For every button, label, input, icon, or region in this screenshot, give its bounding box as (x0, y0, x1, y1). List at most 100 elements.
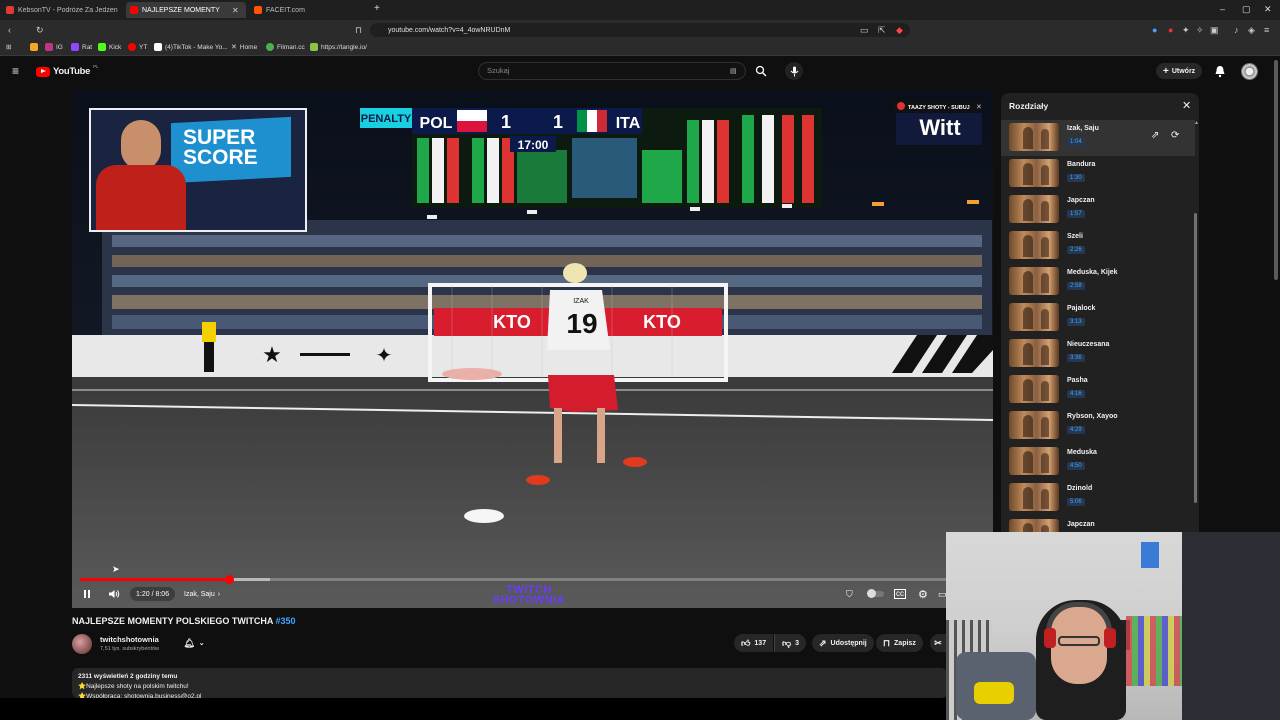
views-and-date: 2311 wyświetleń 2 godziny temu (78, 673, 178, 680)
bookmark-item[interactable]: https://tangle.io/ (310, 43, 367, 51)
search-button[interactable] (748, 62, 774, 80)
tab-youtube-video[interactable]: NAJLEPSZE MOMENTY POLS ✕ (126, 2, 246, 18)
music-icon[interactable]: ♪ (1234, 24, 1239, 36)
tab-kebsontv[interactable]: KebsonTV - Podróże Za Jedzeniem · (2, 2, 122, 18)
create-button[interactable]: + Utwórz (1156, 63, 1203, 79)
record-icon[interactable]: ● (1168, 24, 1173, 36)
captions-icon: cc (894, 589, 906, 599)
close-icon[interactable]: ✕ (1182, 99, 1191, 112)
minimize-button[interactable]: – (1220, 4, 1225, 14)
tab-label: KebsonTV - Podróże Za Jedzeniem · (18, 6, 118, 14)
bookmark-item[interactable]: (4)TikTok - Make Yo... (154, 43, 228, 51)
svg-text:POL: POL (420, 115, 453, 132)
share-button[interactable]: ⇗ Udostępnij (812, 634, 874, 652)
extension-icon[interactable]: ✦ (1182, 24, 1190, 36)
dislike-button[interactable]: 👎︎ 3 (774, 634, 807, 652)
autoplay-toggle[interactable] (867, 587, 884, 601)
maximize-button[interactable]: ▢ (1242, 4, 1251, 15)
svg-text:ITA: ITA (616, 115, 641, 132)
share-icon[interactable]: ⇱ (878, 24, 886, 36)
bookmark-item[interactable]: Rat (71, 43, 92, 51)
bookmark-item[interactable]: YT (128, 43, 147, 51)
youtube-logo[interactable]: YouTube PL (36, 64, 99, 77)
video-player[interactable]: PENALTY POL 1 1 ITA 17:00 TAAZY SHOTY - … (72, 90, 993, 608)
channel-avatar[interactable] (72, 634, 92, 654)
loop-icon[interactable]: ⟳ (1171, 130, 1179, 141)
chapter-item[interactable]: Pasha 4:16 (1001, 372, 1195, 408)
sponsor-block-button[interactable]: ⛉ (846, 587, 853, 601)
volume-button[interactable] (108, 587, 120, 601)
reload-icon[interactable]: ↻ (36, 24, 44, 36)
like-button[interactable]: 👍︎ 137 (734, 634, 774, 652)
chapter-item[interactable]: Szeli 2:26 (1001, 228, 1195, 264)
chapter-thumbnail (1009, 519, 1059, 533)
chevron-right-icon: › (217, 590, 221, 598)
bookmark-icon[interactable]: ⊓ (355, 24, 362, 36)
puzzle-icon[interactable]: ✧ (1196, 24, 1204, 36)
chapter-button[interactable]: Izak, Saju › (184, 587, 220, 601)
chapter-item[interactable]: Dzinold 5:06 (1001, 480, 1195, 516)
gear-icon: ⚙ (918, 588, 928, 601)
chapter-thumbnail (1009, 123, 1059, 151)
pause-button[interactable] (82, 587, 92, 601)
notifications-dropdown-button[interactable]: 🔔︎ ⌄ (176, 634, 212, 652)
bookmark-item[interactable]: Filman.cc (266, 43, 305, 51)
screenshot-icon[interactable]: ▭ (860, 24, 869, 36)
streamer-body (96, 165, 186, 230)
wallet-icon[interactable]: ◈ (1248, 24, 1255, 36)
chapter-item[interactable]: Japczan (1001, 516, 1195, 533)
tab-faceit[interactable]: FACEIT.com (250, 2, 370, 18)
shield-icon[interactable]: ◆ (896, 24, 903, 36)
chapter-thumbnail (1009, 231, 1059, 259)
new-tab-button[interactable]: + (374, 3, 380, 14)
save-button[interactable]: ⊓ Zapisz (876, 634, 923, 652)
address-bar[interactable]: youtube.com/watch?v=4_4owNRUDnM (370, 23, 910, 37)
chapters-scrollbar[interactable] (1194, 213, 1197, 503)
channel-name[interactable]: twitchshotownia (100, 635, 159, 644)
share-icon[interactable]: ⇗ (1151, 130, 1159, 141)
chapter-item[interactable]: Japczan 1:57 (1001, 192, 1195, 228)
keyboard-icon[interactable]: ▤ (730, 67, 737, 75)
chapter-thumbnail (1009, 447, 1059, 475)
bookmark-item[interactable]: Kick (98, 43, 121, 51)
settings-button[interactable]: ⚙ (918, 587, 928, 601)
streamer-head (121, 120, 161, 170)
chapter-item[interactable]: Rybson, Xayoo 4:29 (1001, 408, 1195, 444)
bookmark-item[interactable]: IG (45, 43, 63, 51)
video-description[interactable]: 2311 wyświetleń 2 godziny temu ⭐Najlepsz… (72, 668, 947, 700)
hashtag-link[interactable]: #350 (276, 616, 296, 626)
hamburger-menu-icon[interactable]: ≡ (12, 64, 19, 78)
subtitles-button[interactable]: cc (894, 587, 906, 601)
shield-icon: ⛉ (846, 588, 853, 599)
youtube-favicon-icon (130, 6, 138, 14)
chapter-item[interactable]: Pajalock 3:13 (1001, 300, 1195, 336)
back-icon[interactable]: ‹ (8, 24, 11, 36)
voice-search-button[interactable] (785, 62, 803, 80)
svg-text:✦: ✦ (376, 345, 393, 367)
avatar[interactable] (1241, 63, 1258, 80)
sidebar-icon[interactable]: ▣ (1210, 24, 1219, 36)
search-icon (755, 65, 767, 77)
volume-icon (109, 590, 120, 598)
menu-icon[interactable]: ≡ (1264, 24, 1269, 36)
chapter-item[interactable]: Bandura 1:30 (1001, 156, 1195, 192)
pause-icon (84, 590, 90, 598)
search-input[interactable]: Szukaj (478, 62, 746, 80)
chapter-item[interactable]: Meduska, Kijek 2:58 (1001, 264, 1195, 300)
video-progress-bar[interactable] (80, 575, 985, 584)
page-scrollbar[interactable] (1274, 60, 1278, 280)
bookmark-item[interactable] (30, 43, 38, 51)
scroll-up-icon[interactable]: ▲ (1194, 120, 1199, 126)
close-window-button[interactable]: ✕ (1264, 4, 1272, 15)
extension-icon[interactable]: ● (1152, 24, 1157, 36)
apps-icon[interactable]: ⊞ (6, 43, 11, 51)
chapter-item[interactable]: Nieuczesana 3:36 (1001, 336, 1195, 372)
door (1182, 532, 1280, 720)
bookmark-item[interactable]: ✕ Home (231, 43, 257, 52)
chapter-item[interactable]: Meduska 4:50 (1001, 444, 1195, 480)
tab-close-icon[interactable]: ✕ (232, 6, 239, 15)
chapter-item[interactable]: Izak, Saju 1:04 ⇗ ⟳ (1001, 120, 1195, 156)
notifications-bell-icon[interactable] (1214, 65, 1226, 78)
svg-text:1: 1 (501, 112, 511, 132)
clip-button[interactable]: ✂ (930, 634, 946, 652)
